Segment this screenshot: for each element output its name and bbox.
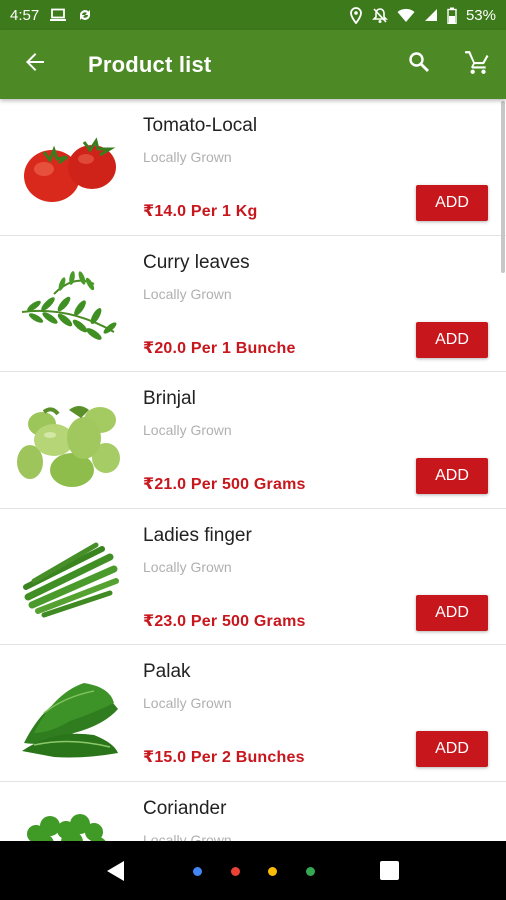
product-name: Brinjal — [143, 388, 196, 409]
recent-apps-button[interactable] — [380, 861, 399, 880]
product-image-palak — [14, 663, 124, 763]
product-origin: Locally Grown — [143, 695, 232, 711]
notifications-off-icon — [372, 7, 388, 24]
product-name: Ladies finger — [143, 524, 252, 546]
status-bar: 4:57 53% — [0, 0, 506, 30]
battery-percent: 53% — [465, 6, 496, 24]
assistant-dot-red[interactable] — [231, 867, 240, 876]
product-name: Coriander — [143, 797, 227, 819]
list-item[interactable]: Palak Locally Grown ₹15.0 Per 2 Bunches … — [0, 645, 506, 782]
product-origin: Locally Grown — [143, 149, 232, 165]
product-price: ₹21.0 Per 500 Grams — [143, 476, 306, 493]
app-bar: Product list — [0, 30, 506, 99]
navigation-bar — [0, 841, 506, 900]
page-title: Product list — [88, 51, 212, 77]
product-name: Tomato-Local — [143, 115, 258, 136]
product-origin: Locally Grown — [143, 422, 232, 438]
search-icon — [407, 50, 431, 79]
product-image-tomato — [14, 117, 124, 217]
assistant-dot-green[interactable] — [306, 867, 315, 876]
add-button[interactable]: ADD — [416, 185, 488, 221]
battery-icon — [447, 7, 457, 24]
cart-icon — [464, 49, 490, 80]
product-origin: Locally Grown — [143, 285, 232, 302]
add-button[interactable]: ADD — [416, 321, 488, 358]
add-button[interactable]: ADD — [416, 731, 488, 767]
list-item[interactable]: Ladies finger Locally Grown ₹23.0 Per 50… — [0, 509, 506, 645]
signal-icon — [424, 8, 438, 22]
assistant-dot-yellow[interactable] — [268, 867, 277, 876]
list-item[interactable]: Coriander Locally Grown — [0, 782, 506, 842]
sync-icon — [77, 7, 93, 23]
cart-button[interactable] — [448, 30, 506, 99]
product-image-brinjal — [14, 390, 124, 490]
location-icon — [349, 6, 363, 24]
back-arrow-icon — [24, 51, 46, 78]
product-image-ladies-finger — [14, 527, 124, 627]
list-item[interactable]: Curry leaves Locally Grown ₹20.0 Per 1 B… — [0, 236, 506, 372]
list-item[interactable]: Tomato-Local Locally Grown ₹14.0 Per 1 K… — [0, 99, 506, 236]
laptop-icon — [49, 8, 67, 22]
product-image-curry-leaves — [14, 254, 124, 354]
search-button[interactable] — [390, 30, 448, 99]
product-price: ₹20.0 Per 1 Bunche — [143, 339, 296, 357]
product-name: Palak — [143, 661, 191, 682]
product-origin: Locally Grown — [143, 831, 232, 842]
product-image-coriander — [14, 800, 124, 841]
product-list[interactable]: Tomato-Local Locally Grown ₹14.0 Per 1 K… — [0, 99, 506, 841]
wifi-icon — [397, 8, 415, 23]
add-button[interactable]: ADD — [416, 594, 488, 631]
scrollbar[interactable] — [501, 101, 505, 273]
product-price: ₹15.0 Per 2 Bunches — [143, 749, 305, 766]
product-name: Curry leaves — [143, 251, 250, 273]
nav-back-icon[interactable] — [106, 860, 126, 887]
product-price: ₹14.0 Per 1 Kg — [143, 203, 258, 220]
status-time: 4:57 — [10, 6, 40, 24]
product-origin: Locally Grown — [143, 558, 232, 575]
list-item[interactable]: Brinjal Locally Grown ₹21.0 Per 500 Gram… — [0, 372, 506, 509]
assistant-dot-blue[interactable] — [193, 867, 202, 876]
add-button[interactable]: ADD — [416, 458, 488, 494]
back-button[interactable] — [0, 30, 70, 99]
product-price: ₹23.0 Per 500 Grams — [143, 612, 306, 630]
